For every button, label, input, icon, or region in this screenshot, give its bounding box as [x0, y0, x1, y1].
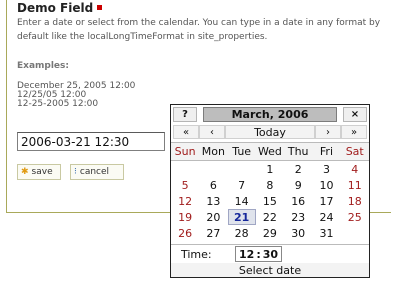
next-month-button[interactable]: › [315, 125, 341, 139]
calendar-day[interactable]: 31 [312, 225, 340, 241]
save-button-label: save [31, 167, 53, 177]
calendar-day[interactable]: 1 [256, 161, 284, 177]
calendar-day[interactable]: 5 [171, 177, 199, 193]
calendar-day[interactable]: 22 [256, 209, 284, 225]
calendar-day[interactable]: 6 [199, 177, 227, 193]
hour-field[interactable]: 12 [239, 248, 254, 261]
weekday-label: Wed [257, 145, 282, 158]
cancel-button[interactable]: ⁝ cancel [70, 164, 124, 180]
calendar-week: 1 2 3 4 [171, 161, 369, 177]
calendar-day[interactable]: 3 [312, 161, 340, 177]
prev-year-button[interactable]: « [173, 125, 199, 139]
weekday-header: Sun Mon Tue Wed Thu Fri Sat [171, 142, 369, 161]
calendar-day[interactable]: 28 [228, 225, 256, 241]
date-input[interactable] [17, 132, 165, 151]
calendar-day[interactable]: 14 [228, 193, 256, 209]
time-selector: 12 : 30 [235, 246, 283, 262]
calendar-day[interactable]: 17 [312, 193, 340, 209]
today-button[interactable]: Today [225, 125, 315, 139]
prev-month-button[interactable]: ‹ [199, 125, 225, 139]
weekday-label: Sat [345, 145, 364, 158]
calendar-day[interactable]: 26 [171, 225, 199, 241]
calendar-day[interactable]: 25 [341, 209, 369, 225]
weekday-label: Mon [201, 145, 225, 158]
empty-day-cell [228, 161, 256, 177]
weekday-label: Tue [232, 145, 252, 158]
calendar-day[interactable]: 27 [199, 225, 227, 241]
minute-field[interactable]: 30 [263, 248, 278, 261]
cancel-button-label: cancel [79, 167, 110, 177]
weekday-label: Sun [174, 145, 196, 158]
calendar-day[interactable]: 18 [341, 193, 369, 209]
time-separator: : [256, 247, 261, 261]
calendar-day[interactable]: 30 [284, 225, 312, 241]
required-marker-icon [97, 5, 103, 10]
field-title-text: Demo Field [17, 1, 94, 15]
selected-day[interactable]: 21 [227, 209, 256, 225]
next-year-button[interactable]: » [341, 125, 367, 139]
calendar-popup: ? March, 2006 × « ‹ Today › » Sun Mon Tu… [170, 104, 370, 278]
save-button[interactable]: ✱ save [17, 164, 61, 180]
calendar-day[interactable]: 29 [256, 225, 284, 241]
field-title: Demo Field [17, 1, 103, 15]
calendar-close-button[interactable]: × [343, 107, 367, 122]
calendar-day[interactable]: 20 [199, 209, 227, 225]
calendar-day[interactable]: 24 [312, 209, 340, 225]
calendar-day[interactable]: 12 [171, 193, 199, 209]
time-row: Time: 12 : 30 [171, 244, 369, 264]
empty-day-cell [199, 161, 227, 177]
calendar-status: Select date [171, 263, 369, 277]
calendar-day[interactable]: 16 [284, 193, 312, 209]
calendar-day[interactable]: 7 [228, 177, 256, 193]
calendar-day[interactable]: 9 [284, 177, 312, 193]
weekday-label: Thu [287, 145, 309, 158]
calendar-nav: « ‹ Today › » [171, 125, 369, 140]
calendar-week: 12 13 14 15 16 17 18 [171, 193, 369, 209]
calendar-header: ? March, 2006 × [171, 107, 369, 123]
dots-icon: ⁝ [74, 167, 77, 177]
example-item: 12-25-2005 12:00 [17, 99, 99, 109]
examples-list: December 25, 2005 12:00 12/25/05 12:00 1… [17, 82, 135, 109]
examples-label: Examples: [17, 61, 69, 71]
calendar-day[interactable]: 15 [256, 193, 284, 209]
empty-day-cell [341, 225, 369, 241]
calendar-day[interactable]: 19 [171, 209, 199, 225]
time-label: Time: [181, 247, 212, 261]
empty-day-cell [171, 161, 199, 177]
calendar-day[interactable]: 4 [341, 161, 369, 177]
calendar-week: 19 20 21 22 23 24 25 [171, 209, 369, 225]
calendar-day[interactable]: 2 [284, 161, 312, 177]
calendar-help-button[interactable]: ? [173, 107, 197, 122]
calendar-day[interactable]: 10 [312, 177, 340, 193]
calendar-day[interactable]: 23 [284, 209, 312, 225]
calendar-week: 5 6 7 8 9 10 11 [171, 177, 369, 193]
weekday-label: Fri [319, 145, 334, 158]
star-icon: ✱ [21, 167, 29, 177]
calendar-day[interactable]: 11 [341, 177, 369, 193]
calendar-day[interactable]: 13 [199, 193, 227, 209]
calendar-day[interactable]: 8 [256, 177, 284, 193]
field-help-text: Enter a date or select from the calendar… [17, 18, 381, 42]
calendar-week: 26 27 28 29 30 31 [171, 225, 369, 241]
calendar-month-title: March, 2006 [203, 107, 337, 122]
